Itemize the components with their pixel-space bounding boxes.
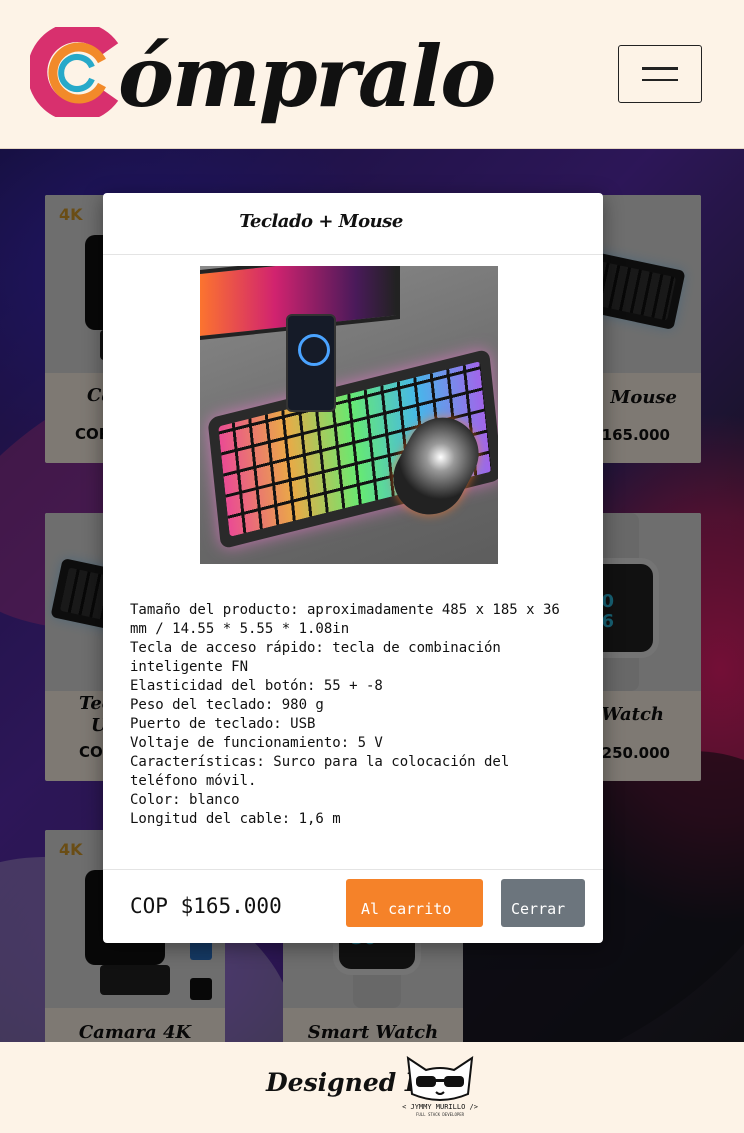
description-line: Puerto de teclado: USB <box>130 716 316 732</box>
description-line: Longitud del cable: 1,6 m <box>130 811 341 827</box>
product-detail-image <box>200 266 498 564</box>
modal-header: Teclado + Mouse <box>103 193 603 255</box>
cat-with-glasses-icon <box>406 1055 474 1101</box>
site-footer: Designed By < JYMMY MURILLO /> FULL STAC… <box>0 1042 744 1133</box>
author-name: < JYMMY MURILLO /> <box>402 1103 478 1111</box>
description-line: Voltaje de funcionamiento: 5 V <box>130 735 383 751</box>
author-logo[interactable]: < JYMMY MURILLO /> FULL STACK DEVELOPER <box>398 1054 482 1124</box>
modal-title: Teclado + Mouse <box>239 211 403 232</box>
description-line: Peso del teclado: 980 g <box>130 697 324 713</box>
hamburger-line-icon <box>642 78 678 81</box>
site-header: ómpralo <box>0 0 744 149</box>
logo-c-icon <box>30 27 119 117</box>
description-line: Elasticidad del botón: 55 + -8 <box>130 678 383 694</box>
modal-footer: COP $165.000 Al carrito Cerrar <box>103 869 603 943</box>
description-line: Características: Surco para la colocació… <box>130 754 510 789</box>
hamburger-line-icon <box>642 67 678 70</box>
phone-graphic <box>286 314 336 412</box>
product-description: Tamaño del producto: aproximadamente 485… <box>130 601 580 829</box>
description-line: Color: blanco <box>130 792 240 808</box>
author-role: FULL STACK DEVELOPER <box>415 1112 465 1117</box>
product-detail-modal: Teclado + Mouse Tamaño del producto: apr… <box>103 193 603 943</box>
modal-price: COP $165.000 <box>130 894 282 918</box>
add-to-cart-button[interactable]: Al carrito <box>346 879 483 927</box>
description-line: Tamaño del producto: aproximadamente 485… <box>130 602 560 637</box>
brand-logo[interactable]: ómpralo <box>30 25 496 141</box>
close-button[interactable]: Cerrar <box>501 879 585 927</box>
menu-toggle-button[interactable] <box>618 45 702 103</box>
brand-name: ómpralo <box>118 27 496 126</box>
description-line: Tecla de acceso rápido: tecla de combina… <box>130 640 501 675</box>
